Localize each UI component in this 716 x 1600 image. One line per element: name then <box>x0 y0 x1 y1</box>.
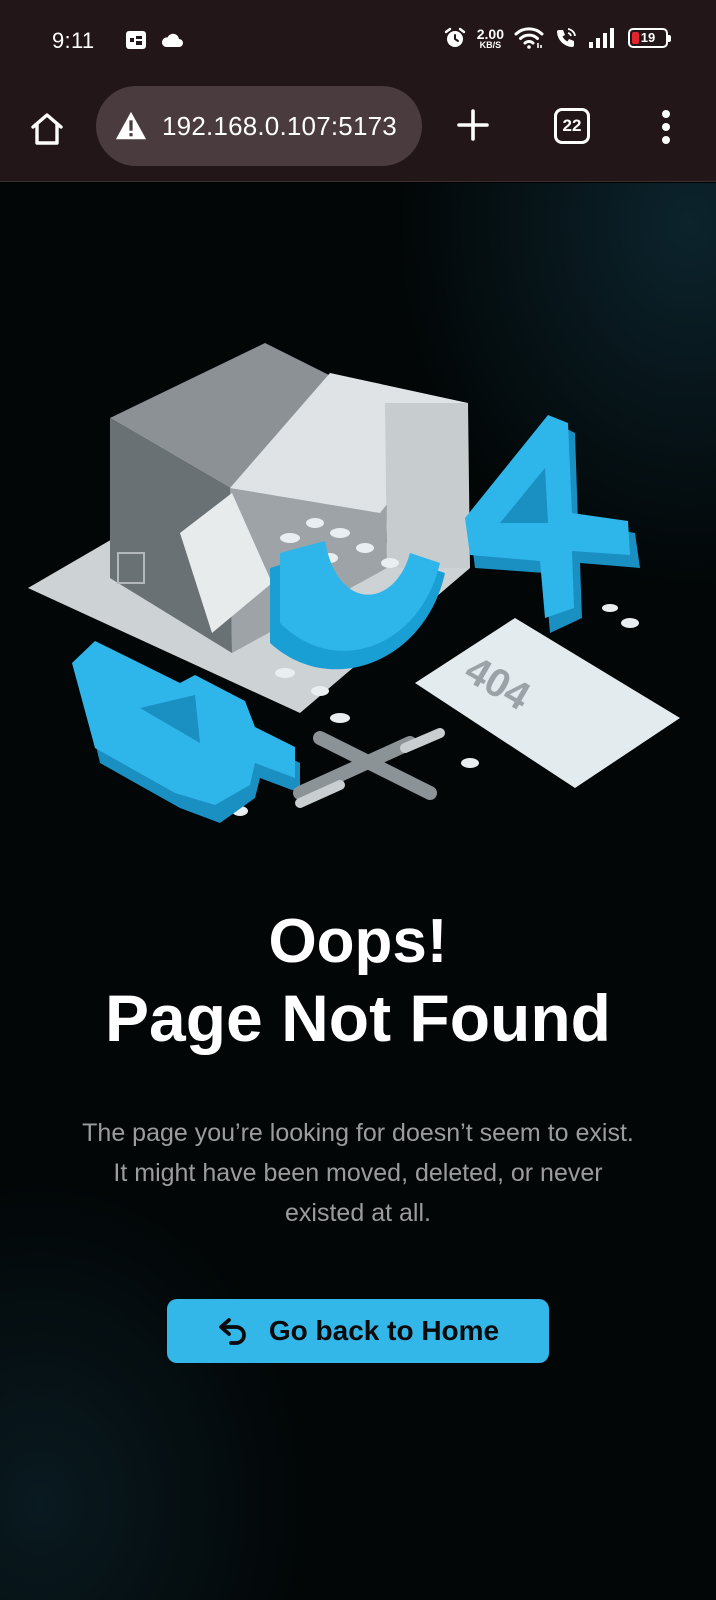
tabs-button[interactable]: 22 <box>554 108 590 144</box>
status-right-icons: 2.00 KB/S 19 <box>443 26 671 50</box>
title-line-2: Page Not Found <box>105 981 611 1055</box>
paper-sheet <box>415 618 680 788</box>
title-line-1: Oops! <box>268 907 448 976</box>
more-menu-icon <box>662 110 670 144</box>
not-found-page: 404 Oops! Page Not Found The page you’re… <box>0 183 716 1600</box>
signal-icon <box>589 28 614 48</box>
wifi-calling-icon <box>557 28 576 47</box>
box-flap-right <box>385 403 470 568</box>
net-speed-unit: KB/S <box>479 39 502 50</box>
net-speed: 2.00 KB/S <box>477 27 504 50</box>
alarm-icon <box>444 27 465 47</box>
go-back-home-button[interactable]: Go back to Home <box>167 1299 549 1363</box>
description-line-1: The page you’re looking for doesn’t seem… <box>82 1119 634 1147</box>
wifi-icon <box>514 27 544 49</box>
browser-toolbar: 192.168.0.107:5173 22 <box>0 84 716 182</box>
home-button[interactable] <box>24 106 70 152</box>
home-icon <box>31 113 63 145</box>
go-back-home-label: Go back to Home <box>268 1315 500 1346</box>
battery-level: 19 <box>640 30 656 45</box>
warning-icon[interactable] <box>114 109 148 143</box>
page-title: Oops! Page Not Found <box>0 907 716 1055</box>
gallery-icon <box>126 31 146 49</box>
battery-icon: 19 <box>628 28 671 48</box>
status-bar: 9:11 2.00 KB/S 19 <box>0 0 716 84</box>
status-left-icons <box>124 28 184 52</box>
url-text[interactable]: 192.168.0.107:5173 <box>162 111 397 142</box>
description-line-2: It might have been moved, deleted, or ne… <box>113 1159 603 1187</box>
status-time: 9:11 <box>52 28 95 53</box>
address-bar[interactable]: 192.168.0.107:5173 <box>96 86 422 166</box>
description-line-3: existed at all. <box>285 1199 431 1227</box>
more-menu-button[interactable] <box>650 104 682 150</box>
page-description: The page you’re looking for doesn’t seem… <box>40 1113 676 1233</box>
undo-arrow-icon <box>218 1318 246 1345</box>
new-tab-icon <box>457 109 489 141</box>
tab-count: 22 <box>562 116 582 135</box>
net-speed-value: 2.00 <box>476 25 504 42</box>
new-tab-button[interactable] <box>450 102 496 148</box>
cloud-icon <box>161 33 183 47</box>
